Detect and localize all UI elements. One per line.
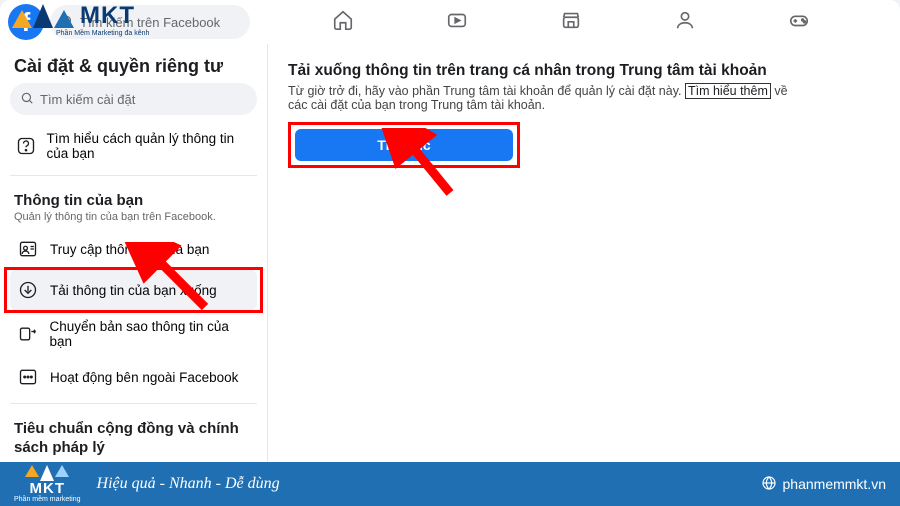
banner-mkt-logo: MKT Phần mềm marketing xyxy=(14,465,81,503)
divider xyxy=(10,175,257,176)
footer-banner: MKT Phần mềm marketing Hiệu quả - Nhanh … xyxy=(0,462,900,506)
continue-button-label: Tiếp tục xyxy=(377,137,430,153)
continue-button[interactable]: Tiếp tục xyxy=(295,129,513,161)
red-highlight-continue: Tiếp tục xyxy=(288,122,520,168)
sidebar-item-label: Tải thông tin của bạn xuống xyxy=(50,283,217,298)
sidebar-search[interactable]: Tìm kiếm cài đặt xyxy=(10,83,257,115)
mkt-watermark: MKT Phần Mềm Marketing đa kênh xyxy=(12,2,135,30)
person-info-icon xyxy=(16,237,40,261)
banner-site-text: phanmemmkt.vn xyxy=(783,476,886,492)
tab-home[interactable] xyxy=(321,4,365,40)
sidebar-item-manage-info[interactable]: Tìm hiểu cách quản lý thông tin của bạn xyxy=(10,123,257,169)
sidebar-title: Cài đặt & quyền riêng tư xyxy=(10,52,257,83)
section1-subtitle: Quản lý thông tin của bạn trên Facebook. xyxy=(10,211,257,229)
activity-icon xyxy=(16,365,40,389)
video-icon xyxy=(446,9,468,36)
sidebar-item-label: Chuyển bản sao thông tin của bạn xyxy=(50,319,251,349)
store-icon xyxy=(560,9,582,36)
top-nav: f Tìm kiếm trên Facebook xyxy=(0,0,900,44)
tab-marketplace[interactable] xyxy=(549,4,593,40)
main-content: Tải xuống thông tin trên trang cá nhân t… xyxy=(268,44,900,462)
download-icon xyxy=(16,278,40,302)
banner-logo-sub: Phần mềm marketing xyxy=(14,496,81,503)
sidebar-item-label: Truy cập thông tin của bạn xyxy=(50,242,209,257)
sidebar-item-label: Hoạt động bên ngoài Facebook xyxy=(50,370,238,385)
question-icon xyxy=(16,134,37,158)
top-tabs xyxy=(250,4,892,40)
globe-icon xyxy=(761,475,777,494)
gaming-icon xyxy=(788,9,810,36)
learn-more-link[interactable]: Tìm hiểu thêm xyxy=(685,83,771,99)
sidebar-item-download-info[interactable]: Tải thông tin của bạn xuống xyxy=(10,270,257,310)
sidebar-item-transfer-copy[interactable]: Chuyển bản sao thông tin của bạn xyxy=(10,311,257,357)
sidebar-item-label: Tìm hiểu cách quản lý thông tin của bạn xyxy=(47,131,252,161)
sidebar-item-access-info[interactable]: Truy cập thông tin của bạn xyxy=(10,229,257,269)
banner-tagline: Hiệu quả - Nhanh - Dễ dùng xyxy=(97,475,280,493)
home-icon xyxy=(332,9,354,36)
red-highlight-download: Tải thông tin của bạn xuống xyxy=(4,267,263,313)
tab-video[interactable] xyxy=(435,4,479,40)
banner-site[interactable]: phanmemmkt.vn xyxy=(761,475,886,494)
mkt-brand-text: MKT xyxy=(80,2,135,30)
banner-logo-text: MKT xyxy=(30,481,66,496)
sidebar-search-placeholder: Tìm kiếm cài đặt xyxy=(40,92,135,107)
settings-sidebar: Cài đặt & quyền riêng tư Tìm kiếm cài đặ… xyxy=(0,44,268,462)
section1-title: Thông tin của bạn xyxy=(10,182,257,211)
page-title: Tải xuống thông tin trên trang cá nhân t… xyxy=(288,62,880,80)
transfer-icon xyxy=(16,322,40,346)
search-icon xyxy=(20,91,34,108)
page-description: Từ giờ trở đi, hãy vào phần Trung tâm tà… xyxy=(288,84,808,112)
tab-gaming[interactable] xyxy=(777,4,821,40)
divider xyxy=(10,403,257,404)
section2-title: Tiêu chuẩn cộng đồng và chính sách pháp … xyxy=(10,410,257,460)
tab-groups[interactable] xyxy=(663,4,707,40)
mkt-logo-icon xyxy=(12,4,74,28)
mkt-subtitle: Phần Mềm Marketing đa kênh xyxy=(56,30,149,37)
groups-icon xyxy=(674,9,696,36)
sidebar-item-off-facebook[interactable]: Hoạt động bên ngoài Facebook xyxy=(10,357,257,397)
